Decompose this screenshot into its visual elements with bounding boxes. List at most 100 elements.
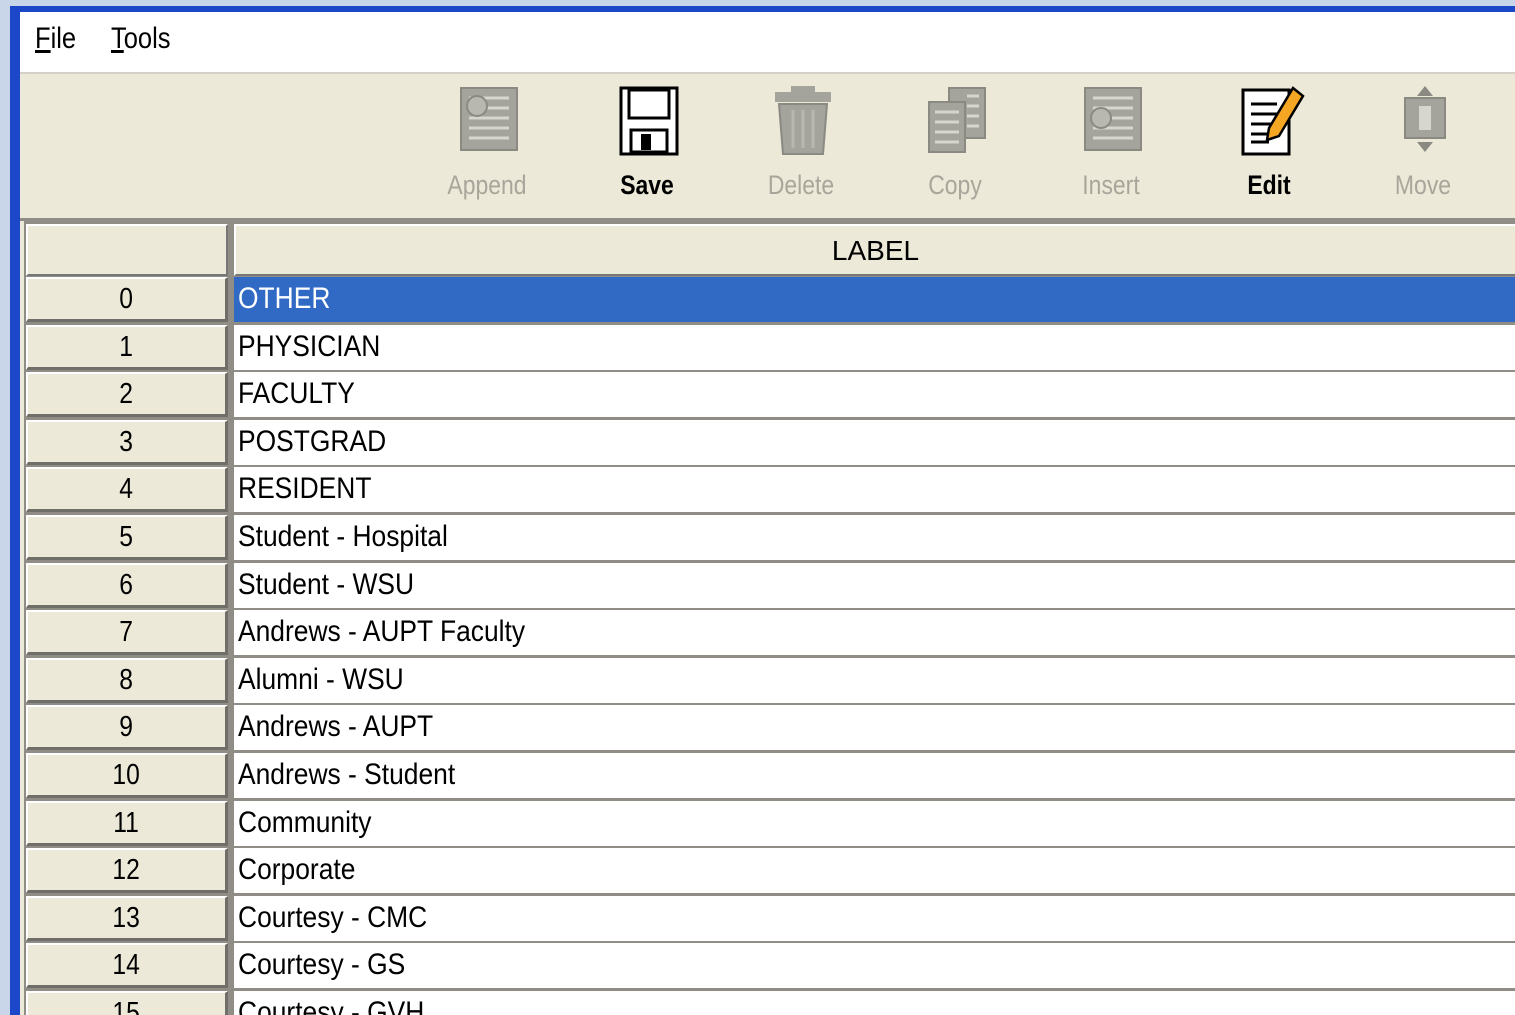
- table-row[interactable]: 12 Corporate: [24, 847, 1515, 895]
- table-row[interactable]: 4 RESIDENT: [24, 466, 1515, 514]
- row-number-text: 5: [119, 521, 134, 553]
- floppy-disk-icon: [619, 86, 679, 156]
- table-row[interactable]: 5 Student - Hospital: [24, 514, 1515, 562]
- row-number-header[interactable]: 15: [26, 991, 228, 1015]
- table-row[interactable]: 13 Courtesy - CMC: [24, 895, 1515, 943]
- edit-label: Edit: [1247, 170, 1291, 200]
- row-number-text: 13: [112, 901, 141, 934]
- toolbar: Append Save Delete Copy Insert Edit Move: [20, 74, 1515, 221]
- label-cell[interactable]: FACULTY: [234, 372, 1515, 418]
- row-number-header[interactable]: 14: [26, 943, 228, 989]
- label-cell[interactable]: Andrews - Student: [234, 753, 1515, 798]
- trash-icon: [775, 86, 831, 155]
- table-row[interactable]: 2 FACULTY: [24, 371, 1515, 419]
- label-cell-text: FACULTY: [238, 377, 355, 411]
- label-cell[interactable]: Corporate: [234, 848, 1515, 894]
- label-cell[interactable]: RESIDENT: [234, 467, 1515, 513]
- row-number-text: 7: [119, 616, 134, 649]
- label-cell[interactable]: Community: [234, 800, 1515, 846]
- menu-file[interactable]: File: [35, 22, 76, 56]
- row-number-text: 14: [112, 949, 141, 982]
- row-number-header[interactable]: 3: [26, 419, 228, 465]
- row-number-text: 6: [119, 568, 134, 601]
- label-cell[interactable]: Andrews - AUPT Faculty: [234, 610, 1515, 656]
- label-cell-text: Andrews - AUPT Faculty: [238, 615, 526, 649]
- copy-icon: [928, 87, 986, 153]
- row-number-header[interactable]: 13: [26, 895, 228, 941]
- table-row[interactable]: 3 POSTGRAD: [24, 419, 1515, 467]
- label-cell[interactable]: Courtesy - GS: [234, 943, 1515, 989]
- label-cell[interactable]: Alumni - WSU: [234, 657, 1515, 703]
- row-number-header[interactable]: 12: [26, 848, 228, 894]
- insert-label: Insert: [1082, 170, 1140, 200]
- row-number-text: 15: [112, 997, 141, 1015]
- row-number-header[interactable]: 10: [26, 753, 228, 798]
- table-row[interactable]: 8 Alumni - WSU: [24, 657, 1515, 705]
- row-number-text: 12: [112, 854, 141, 887]
- menu-bar: File Tools: [20, 12, 1515, 74]
- label-cell-text: POSTGRAD: [238, 424, 387, 458]
- label-cell-text: PHYSICIAN: [238, 329, 381, 363]
- label-cell-text: Alumni - WSU: [238, 662, 404, 696]
- label-cell[interactable]: Andrews - AUPT: [234, 705, 1515, 751]
- row-number-text: 3: [119, 425, 134, 458]
- label-cell[interactable]: OTHER: [234, 277, 1515, 322]
- table-row[interactable]: 10 Andrews - Student: [24, 752, 1515, 800]
- table-row[interactable]: 15 Courtesy - GVH: [24, 990, 1515, 1015]
- row-number-text: 8: [119, 663, 134, 696]
- label-cell-text: Courtesy - GVH: [238, 996, 425, 1015]
- row-number-header[interactable]: 7: [26, 610, 228, 656]
- insert-button[interactable]: Insert: [1041, 82, 1181, 212]
- row-number-header[interactable]: 4: [26, 467, 228, 513]
- row-number-text: 1: [119, 330, 134, 363]
- table-row[interactable]: 14 Courtesy - GS: [24, 942, 1515, 990]
- label-cell-text: Courtesy - CMC: [238, 900, 428, 934]
- row-number-header[interactable]: 1: [26, 324, 228, 370]
- copy-button[interactable]: Copy: [885, 82, 1025, 212]
- label-cell[interactable]: Student - WSU: [234, 562, 1515, 608]
- append-button[interactable]: Append: [417, 82, 557, 212]
- menu-tools[interactable]: Tools: [111, 22, 171, 56]
- append-icon: [460, 87, 518, 151]
- label-cell-text: Student - Hospital: [238, 520, 448, 553]
- label-cell[interactable]: PHYSICIAN: [234, 324, 1515, 370]
- label-cell[interactable]: Student - Hospital: [234, 515, 1515, 560]
- move-button[interactable]: Move: [1353, 82, 1493, 212]
- row-number-text: 9: [119, 711, 134, 744]
- table-row[interactable]: 1 PHYSICIAN: [24, 324, 1515, 372]
- data-grid: LABEL 0 OTHER 1 PHYSICIAN 2 FACULTY 3 POSTGRAD 4…: [24, 220, 1515, 1015]
- table-row[interactable]: 0 OTHER: [24, 276, 1515, 324]
- label-cell[interactable]: Courtesy - CMC: [234, 895, 1515, 941]
- row-number-text: 2: [119, 378, 134, 411]
- label-cell-text: Andrews - Student: [238, 758, 456, 791]
- table-row[interactable]: 7 Andrews - AUPT Faculty: [24, 609, 1515, 657]
- row-number-header[interactable]: 11: [26, 800, 228, 846]
- row-number-text: 4: [119, 473, 134, 506]
- row-number-header[interactable]: 8: [26, 657, 228, 703]
- table-row[interactable]: 6 Student - WSU: [24, 562, 1515, 610]
- copy-label: Copy: [928, 170, 982, 200]
- row-number-header[interactable]: 9: [26, 705, 228, 751]
- grid-corner-header[interactable]: [26, 224, 228, 276]
- label-cell-text: Courtesy - GS: [238, 948, 406, 982]
- delete-label: Delete: [767, 170, 835, 200]
- label-cell-text: OTHER: [238, 282, 331, 315]
- label-cell[interactable]: POSTGRAD: [234, 419, 1515, 465]
- append-label: Append: [447, 170, 527, 200]
- row-number-header[interactable]: 5: [26, 515, 228, 560]
- edit-pencil-icon: [1241, 86, 1305, 156]
- save-label: Save: [620, 170, 674, 200]
- table-editor-window: File Tools Append Save Delete Copy Inser…: [20, 12, 1515, 1015]
- edit-button[interactable]: Edit: [1199, 82, 1339, 212]
- label-cell[interactable]: Courtesy - GVH: [234, 991, 1515, 1015]
- row-number-header[interactable]: 6: [26, 562, 228, 608]
- column-header-label[interactable]: LABEL: [234, 224, 1515, 276]
- row-number-header[interactable]: 0: [26, 277, 228, 322]
- label-cell-text: Student - WSU: [238, 567, 415, 601]
- table-row[interactable]: 9 Andrews - AUPT: [24, 704, 1515, 752]
- save-button[interactable]: Save: [577, 82, 717, 212]
- delete-button[interactable]: Delete: [731, 82, 871, 212]
- table-row[interactable]: 11 Community: [24, 800, 1515, 848]
- row-number-header[interactable]: 2: [26, 372, 228, 418]
- label-cell-text: RESIDENT: [238, 472, 372, 506]
